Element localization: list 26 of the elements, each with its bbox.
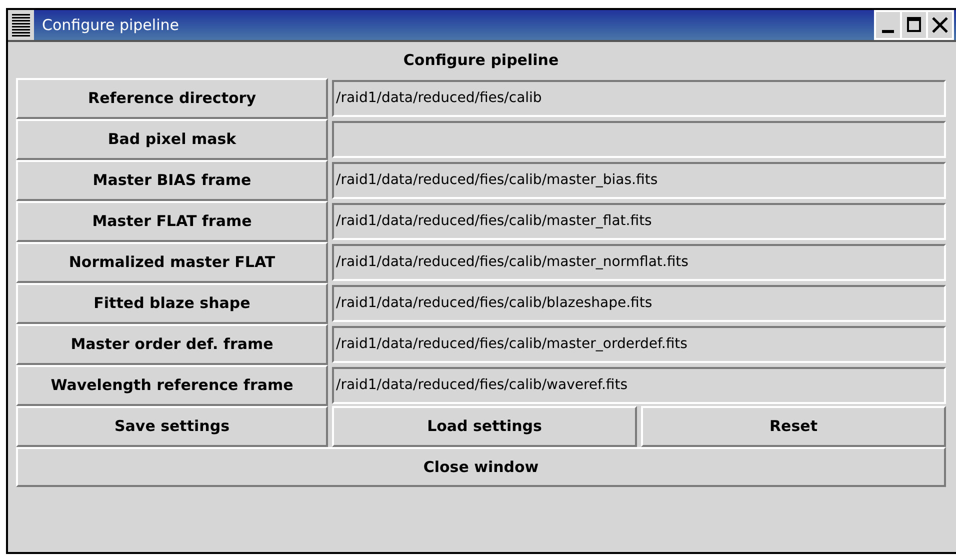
action-button[interactable]: Reset — [641, 406, 946, 447]
path-field[interactable]: /raid1/data/reduced/fies/calib/blazeshape.fits — [332, 285, 946, 322]
path-button[interactable]: Reference directory — [16, 78, 328, 119]
path-button[interactable]: Master FLAT frame — [16, 201, 328, 242]
path-button[interactable]: Normalized master FLAT — [16, 242, 328, 283]
close-icon[interactable] — [928, 12, 952, 38]
path-button[interactable]: Wavelength reference frame — [16, 365, 328, 406]
path-button[interactable]: Bad pixel mask — [16, 119, 328, 160]
path-button[interactable]: Fitted blaze shape — [16, 283, 328, 324]
path-field[interactable]: /raid1/data/reduced/fies/calib/waveref.fits — [332, 367, 946, 404]
action-button[interactable]: Save settings — [16, 406, 328, 447]
path-field[interactable]: /raid1/data/reduced/fies/calib/master_orderdef.fits — [332, 326, 946, 363]
path-field[interactable] — [332, 121, 946, 158]
path-field[interactable]: /raid1/data/reduced/fies/calib/master_normflat.fits — [332, 244, 946, 281]
action-button[interactable]: Load settings — [332, 406, 637, 447]
menu-icon[interactable] — [8, 10, 34, 40]
path-button[interactable]: Master BIAS frame — [16, 160, 328, 201]
window-title: Configure pipeline — [42, 14, 180, 36]
path-button[interactable]: Master order def. frame — [16, 324, 328, 365]
close-window-button[interactable]: Close window — [16, 447, 946, 487]
path-field[interactable]: /raid1/data/reduced/fies/calib/master_flat.fits — [332, 203, 946, 240]
minimize-icon[interactable] — [876, 12, 900, 38]
path-field[interactable]: /raid1/data/reduced/fies/calib/master_bias.fits — [332, 162, 946, 199]
dialog-heading: Configure pipeline — [402, 50, 560, 71]
path-field[interactable]: /raid1/data/reduced/fies/calib — [332, 80, 946, 117]
maximize-icon[interactable] — [902, 12, 926, 38]
